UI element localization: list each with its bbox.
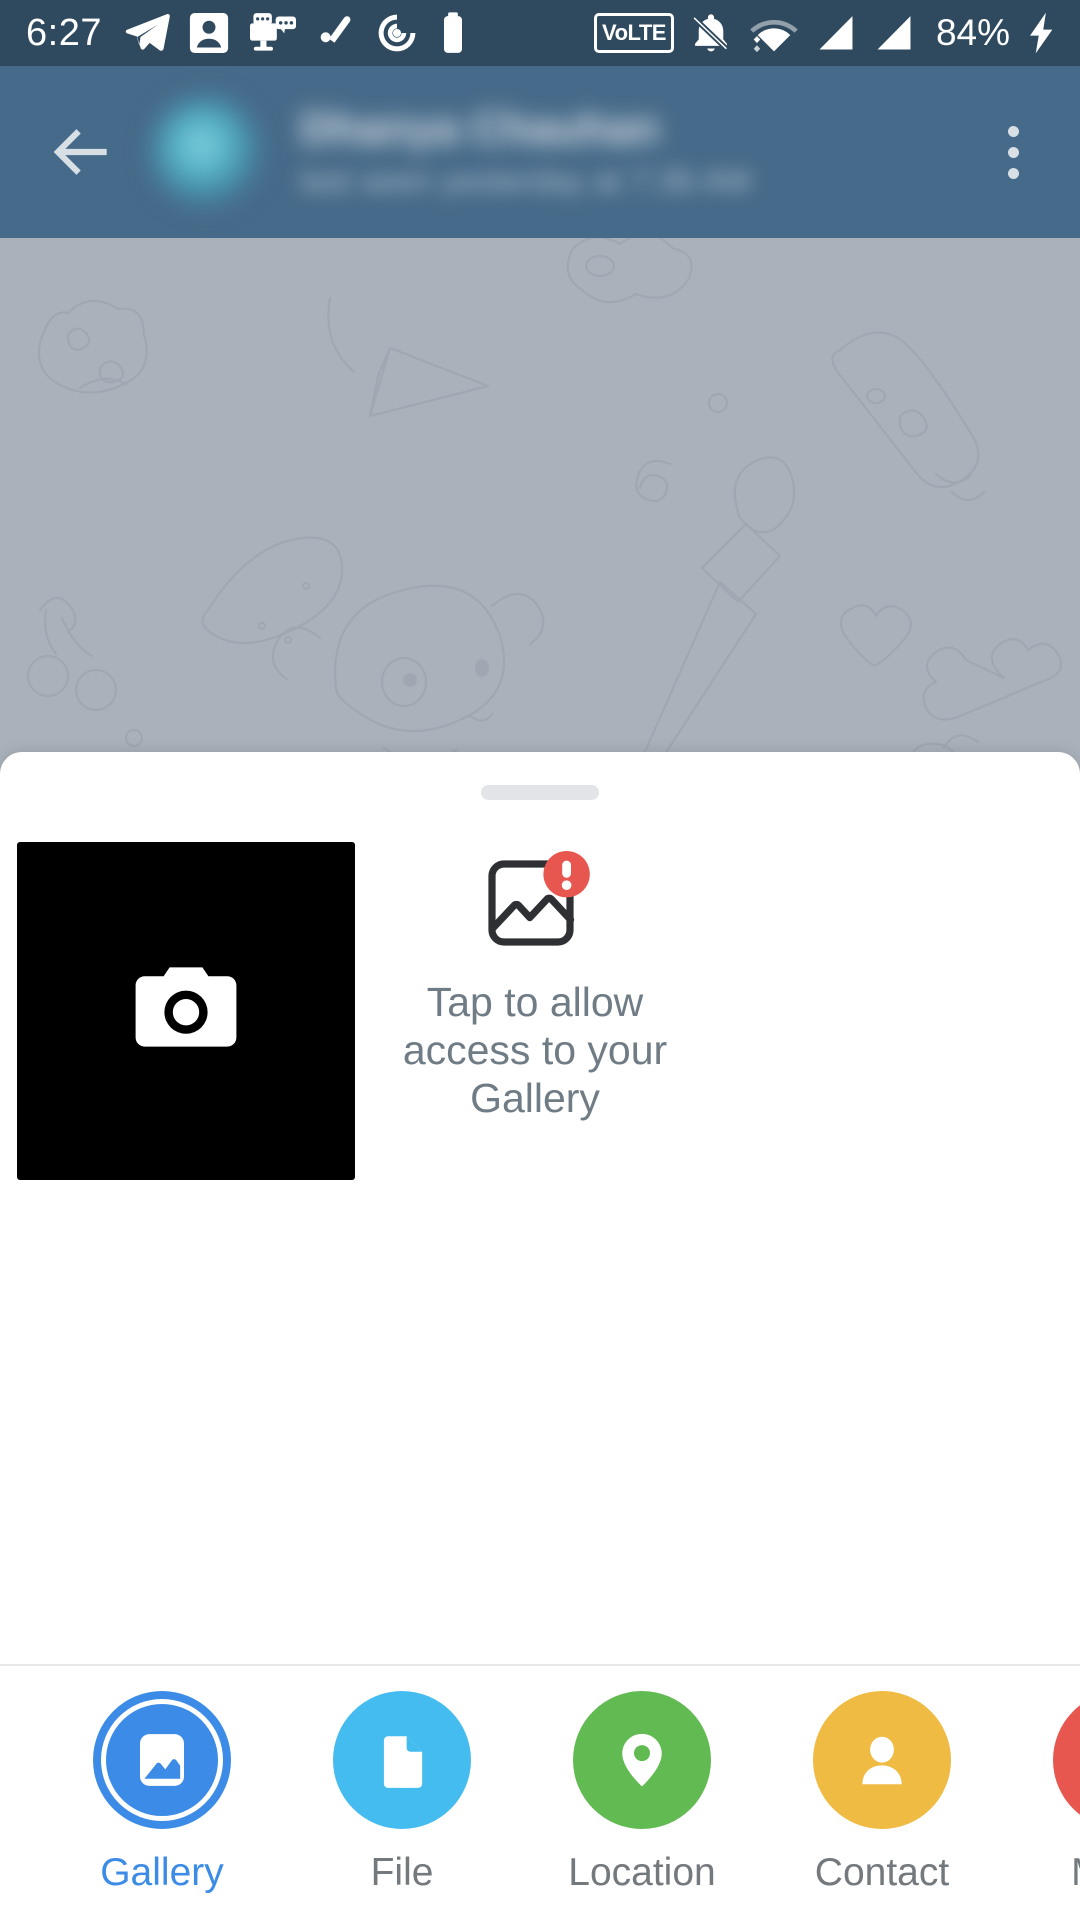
gallery-permission-prompt[interactable]: Tap to allow access to your Gallery	[390, 845, 680, 1123]
back-button[interactable]	[22, 92, 142, 212]
location-circle	[573, 1691, 711, 1829]
status-bar: 6:27 VoLTE 84%	[0, 0, 1080, 66]
file-circle	[333, 1691, 471, 1829]
avatar[interactable]	[152, 98, 260, 206]
contact-card-icon	[189, 12, 229, 54]
contact-icon	[862, 1736, 902, 1785]
location-pin-icon	[622, 1733, 662, 1787]
chat-title-block[interactable]: Dhanya Chauhan last seen yesterday at 7:…	[300, 106, 958, 199]
gallery-permission-text: Tap to allow access to your Gallery	[402, 979, 668, 1121]
music-circle	[1053, 1691, 1080, 1829]
wallpaper-doodle-pattern	[26, 238, 1063, 798]
nav-item-contact[interactable]: Contact	[762, 1691, 1002, 1895]
charging-bolt-icon	[1030, 12, 1053, 54]
sheet-drag-handle[interactable]	[481, 785, 599, 800]
image-alert-icon	[488, 851, 590, 946]
battery-percent-label: 84%	[935, 12, 1010, 53]
contact-circle	[813, 1691, 951, 1829]
attachment-type-nav: Gallery File Location Contact	[0, 1666, 1080, 1920]
pen-icon	[320, 16, 351, 43]
nav-label-file: File	[370, 1851, 434, 1894]
kebab-dot	[1007, 167, 1019, 179]
nav-item-gallery[interactable]: Gallery	[42, 1691, 282, 1895]
nav-item-location[interactable]: Location	[522, 1691, 762, 1895]
gallery-icon	[140, 1734, 184, 1786]
sheet-content: Tap to allow access to your Gallery	[0, 800, 1080, 1664]
file-icon	[383, 1736, 423, 1788]
status-bar-notification-icons	[124, 10, 468, 56]
volte-icon: VoLTE	[594, 13, 674, 53]
chat-toolbar: Dhanya Chauhan last seen yesterday at 7:…	[0, 66, 1080, 238]
phone-screen: 6:27 VoLTE 84% Dhanya Chauhan last seen …	[0, 0, 1080, 1920]
signal-sim2-icon	[877, 16, 911, 50]
back-arrow-icon	[53, 129, 107, 175]
nav-item-file[interactable]: File	[282, 1691, 522, 1895]
nav-label-contact: Contact	[814, 1851, 950, 1894]
volte-label: VoLTE	[602, 20, 666, 45]
kebab-dot	[1007, 146, 1019, 158]
podcast-icon	[378, 14, 416, 52]
chat-status: last seen yesterday at 7:36 AM	[300, 163, 752, 199]
kebab-dot	[1007, 125, 1019, 137]
nav-item-music[interactable]: Music	[1002, 1691, 1080, 1895]
gallery-circle	[93, 1691, 231, 1829]
screen-chat-icon	[249, 13, 296, 51]
status-bar-clock: 6:27	[26, 12, 102, 54]
chat-name: Dhanya Chauhan	[300, 105, 660, 152]
camera-icon	[135, 967, 237, 1047]
wifi-icon	[750, 19, 798, 53]
nav-label-music: Music	[1071, 1851, 1080, 1895]
nav-label-gallery: Gallery	[100, 1851, 224, 1894]
telegram-icon	[125, 14, 170, 51]
nav-label-location: Location	[568, 1851, 716, 1894]
notifications-muted-icon	[690, 14, 730, 52]
status-bar-system-icons: VoLTE 84%	[594, 10, 1058, 56]
camera-tile-button[interactable]	[17, 842, 355, 1180]
overflow-menu-button[interactable]	[958, 87, 1068, 217]
signal-sim1-icon	[819, 16, 853, 50]
battery-icon	[443, 12, 462, 53]
attachment-bottom-sheet: Tap to allow access to your Gallery Gall…	[0, 752, 1080, 1920]
